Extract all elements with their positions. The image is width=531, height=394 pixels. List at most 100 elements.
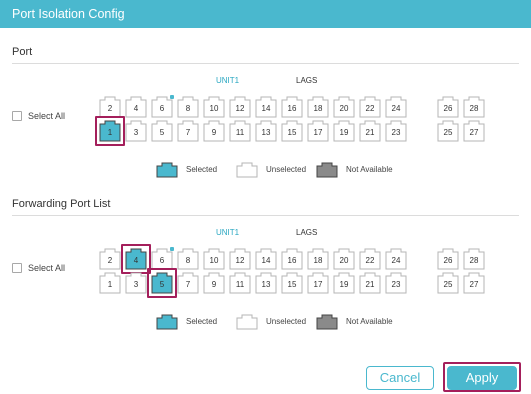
port-10-forwarding[interactable]: 10: [203, 248, 225, 270]
port-10[interactable]: 10: [203, 96, 225, 118]
port-number: 20: [339, 256, 349, 265]
port-18[interactable]: 18: [307, 96, 329, 118]
port-3[interactable]: 3: [125, 120, 147, 142]
port-7[interactable]: 7: [177, 120, 199, 142]
port-number: 10: [209, 256, 219, 265]
port-15-forwarding[interactable]: 15: [281, 272, 303, 294]
port-22-forwarding[interactable]: 22: [359, 248, 381, 270]
port-21[interactable]: 21: [359, 120, 381, 142]
port-number: 5: [159, 128, 165, 137]
select-all-ports[interactable]: Select All: [12, 111, 65, 121]
port-8[interactable]: 8: [177, 96, 199, 118]
port-number: 2: [107, 256, 113, 265]
cancel-button[interactable]: Cancel: [366, 366, 434, 390]
port-19[interactable]: 19: [333, 120, 355, 142]
select-all-forwarding-checkbox[interactable]: [12, 263, 22, 273]
legend-unselected-label: Unselected: [266, 164, 307, 174]
port-number: 20: [339, 104, 349, 113]
port-26-forwarding[interactable]: 26: [437, 248, 459, 270]
port-16[interactable]: 16: [281, 96, 303, 118]
port-7-forwarding[interactable]: 7: [177, 272, 199, 294]
port-number: 7: [185, 128, 191, 137]
legend-not-available-label: Not Available: [346, 164, 393, 174]
port-28-forwarding[interactable]: 28: [463, 248, 485, 270]
port-3-forwarding[interactable]: 3: [125, 272, 147, 294]
port-20[interactable]: 20: [333, 96, 355, 118]
port-4[interactable]: 4: [125, 96, 147, 118]
port-23-forwarding[interactable]: 23: [385, 272, 407, 294]
port-number: 13: [261, 128, 271, 137]
port-6-forwarding[interactable]: 6: [151, 247, 174, 270]
port-number: 24: [391, 104, 401, 113]
port-number: 9: [211, 128, 217, 137]
port-13-forwarding[interactable]: 13: [255, 272, 277, 294]
port-15[interactable]: 15: [281, 120, 303, 142]
port-number: 28: [469, 256, 479, 265]
select-all-checkbox[interactable]: [12, 111, 22, 121]
port-2-forwarding[interactable]: 2: [99, 248, 121, 270]
port-17-forwarding[interactable]: 17: [307, 272, 329, 294]
port-9-forwarding[interactable]: 9: [203, 272, 225, 294]
port-highlight-box: [147, 268, 177, 298]
legend-selected-2: Selected: [156, 314, 217, 330]
port-23[interactable]: 23: [385, 120, 407, 142]
port-number: 3: [133, 280, 139, 289]
port-22[interactable]: 22: [359, 96, 381, 118]
legend-not-available: Not Available: [316, 162, 393, 178]
port-5[interactable]: 5: [151, 120, 173, 142]
port-18-forwarding[interactable]: 18: [307, 248, 329, 270]
port-11-forwarding[interactable]: 11: [229, 272, 251, 294]
tab-lags[interactable]: LAGS: [296, 76, 317, 85]
port-24[interactable]: 24: [385, 96, 407, 118]
unselected-port-icon: [236, 162, 258, 178]
port-number: 21: [365, 128, 375, 137]
port-number: 24: [391, 256, 401, 265]
unselected-port-icon: [236, 314, 258, 330]
select-all-forwarding[interactable]: Select All: [12, 263, 65, 273]
status-dot-icon: [170, 95, 174, 99]
port-9[interactable]: 9: [203, 120, 225, 142]
select-all-label: Select All: [28, 111, 66, 121]
port-25[interactable]: 25: [437, 120, 459, 142]
port-number: 7: [185, 280, 191, 289]
port-number: 8: [185, 256, 191, 265]
port-number: 1: [107, 280, 113, 289]
port-number: 27: [469, 280, 479, 289]
apply-button[interactable]: Apply: [447, 366, 517, 390]
port-2[interactable]: 2: [99, 96, 121, 118]
port-25-forwarding[interactable]: 25: [437, 272, 459, 294]
port-19-forwarding[interactable]: 19: [333, 272, 355, 294]
port-number: 15: [287, 280, 297, 289]
port-20-forwarding[interactable]: 20: [333, 248, 355, 270]
port-number: 8: [185, 104, 191, 113]
port-27[interactable]: 27: [463, 120, 485, 142]
port-number: 15: [287, 128, 297, 137]
port-14[interactable]: 14: [255, 96, 277, 118]
port-21-forwarding[interactable]: 21: [359, 272, 381, 294]
port-12-forwarding[interactable]: 12: [229, 248, 251, 270]
port-6[interactable]: 6: [151, 95, 174, 118]
port-13[interactable]: 13: [255, 120, 277, 142]
port-section-title: Port: [12, 46, 33, 58]
port-27-forwarding[interactable]: 27: [463, 272, 485, 294]
port-12[interactable]: 12: [229, 96, 251, 118]
port-number: 2: [107, 104, 113, 113]
port-26[interactable]: 26: [437, 96, 459, 118]
port-number: 23: [391, 280, 401, 289]
port-11[interactable]: 11: [229, 120, 251, 142]
port-number: 16: [287, 104, 297, 113]
legend-not-available-label: Not Available: [346, 316, 393, 326]
port-number: 11: [235, 128, 245, 137]
port-17[interactable]: 17: [307, 120, 329, 142]
port-8-forwarding[interactable]: 8: [177, 248, 199, 270]
port-24-forwarding[interactable]: 24: [385, 248, 407, 270]
port-14-forwarding[interactable]: 14: [255, 248, 277, 270]
port-number: 9: [211, 280, 217, 289]
port-28[interactable]: 28: [463, 96, 485, 118]
tab-unit1-forwarding[interactable]: UNIT1: [216, 228, 239, 237]
port-16-forwarding[interactable]: 16: [281, 248, 303, 270]
port-1-forwarding[interactable]: 1: [99, 272, 121, 294]
tab-unit1[interactable]: UNIT1: [216, 76, 239, 85]
forwarding-section-divider: [12, 215, 519, 216]
tab-lags-forwarding[interactable]: LAGS: [296, 228, 317, 237]
